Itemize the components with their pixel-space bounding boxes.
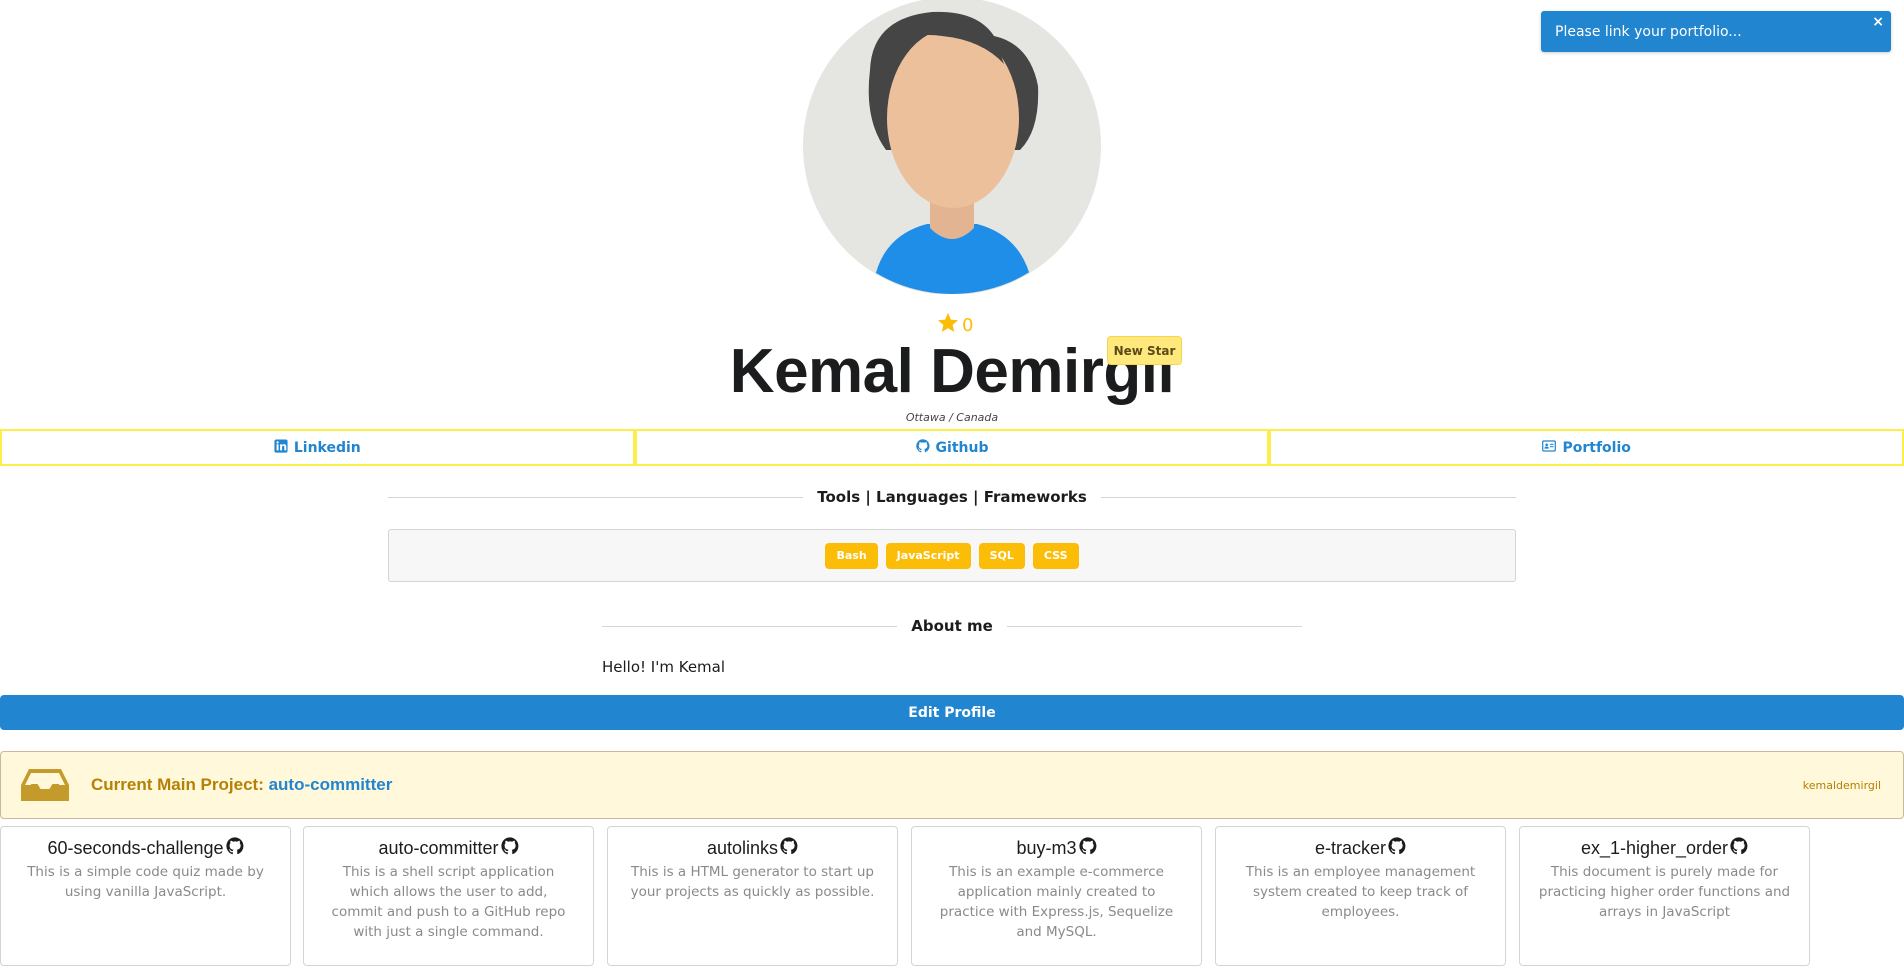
portfolio-notification: Please link your portfolio... × — [1541, 11, 1891, 52]
divider-line — [1100, 496, 1517, 498]
github-icon[interactable] — [1078, 837, 1097, 860]
star-count-value: 0 — [962, 314, 974, 336]
github-icon[interactable] — [1388, 837, 1406, 860]
project-card[interactable]: ex_1-higher_order This document is purel… — [1519, 826, 1810, 966]
project-name: 60-seconds-challenge — [47, 838, 224, 858]
edit-profile-button[interactable]: Edit Profile — [0, 695, 1904, 730]
project-card[interactable]: buy-m3 This is an example e-commerce app… — [911, 826, 1202, 966]
tool-tag: JavaScript — [885, 542, 971, 569]
profile-location: Ottawa / Canada — [905, 411, 999, 424]
main-project-username: kemaldemirgil — [1802, 778, 1881, 792]
github-icon[interactable] — [1730, 837, 1748, 860]
project-description: This is an example e-commerce applicatio… — [939, 864, 1174, 940]
project-card[interactable]: e-tracker This is an employee management… — [1215, 826, 1506, 966]
project-cards: 60-seconds-challenge This is a simple co… — [0, 826, 1904, 966]
project-description: This document is purely made for practic… — [1538, 864, 1791, 920]
project-description: This is a HTML generator to start up you… — [630, 864, 875, 900]
linkedin-button[interactable]: Linkedin — [0, 429, 635, 466]
project-description: This is an employee management system cr… — [1245, 864, 1476, 920]
main-project-message: Current Main Project: auto-committer kem… — [0, 751, 1904, 819]
project-title: autolinks — [608, 837, 897, 860]
tool-tag: SQL — [978, 542, 1025, 569]
project-title: 60-seconds-challenge — [1, 837, 290, 860]
tools-segment: Bash JavaScript SQL CSS — [388, 529, 1516, 582]
about-heading: About me — [911, 617, 993, 635]
project-name: buy-m3 — [1016, 838, 1077, 858]
project-title: e-tracker — [1216, 837, 1505, 860]
github-icon[interactable] — [225, 837, 244, 860]
github-label: Github — [935, 439, 989, 456]
linkedin-label: Linkedin — [293, 439, 361, 456]
project-title: auto-committer — [304, 837, 593, 860]
social-links: Linkedin Github Portfolio — [0, 429, 1904, 466]
portfolio-label: Portfolio — [1562, 439, 1631, 456]
about-text: Hello! I'm Kemal — [602, 658, 726, 676]
tool-tag: CSS — [1032, 542, 1079, 569]
notification-text: Please link your portfolio... — [1555, 23, 1742, 40]
project-title: buy-m3 — [912, 837, 1201, 860]
tool-tag: Bash — [825, 542, 878, 569]
profile-name: Kemal Demirgil — [729, 337, 1175, 406]
project-card[interactable]: autolinks This is a HTML generator to st… — [607, 826, 898, 966]
project-name: autolinks — [706, 838, 779, 858]
new-star-button[interactable]: New Star — [1107, 336, 1182, 365]
project-card[interactable]: 60-seconds-challenge This is a simple co… — [0, 826, 291, 966]
main-project-link[interactable]: auto-committer — [269, 775, 393, 794]
project-name: ex_1-higher_order — [1580, 838, 1729, 858]
main-project-prefix: Current Main Project: — [91, 775, 269, 794]
github-icon[interactable] — [500, 837, 519, 860]
project-description: This is a simple code quiz made by using… — [27, 864, 264, 900]
project-card[interactable]: auto-committer This is a shell script ap… — [303, 826, 594, 966]
about-divider: About me — [602, 615, 1302, 637]
tools-heading: Tools | Languages | Frameworks — [817, 488, 1087, 506]
project-name: auto-committer — [378, 838, 499, 858]
divider-line — [388, 496, 804, 498]
github-icon[interactable] — [780, 837, 798, 860]
star-count: 0 — [936, 312, 973, 338]
inbox-icon — [21, 767, 69, 803]
avatar — [802, 0, 1102, 295]
project-title: ex_1-higher_order — [1520, 837, 1809, 860]
github-icon — [915, 438, 930, 457]
project-description: This is a shell script application which… — [331, 864, 566, 940]
divider-line — [1006, 625, 1302, 627]
id-card-icon — [1542, 439, 1557, 457]
close-icon[interactable]: × — [1872, 14, 1884, 30]
divider-line — [602, 625, 898, 627]
linkedin-icon — [274, 438, 288, 457]
tools-divider: Tools | Languages | Frameworks — [388, 486, 1517, 508]
portfolio-button[interactable]: Portfolio — [1269, 429, 1904, 466]
main-project-label: Current Main Project: auto-committer — [91, 775, 392, 795]
project-name: e-tracker — [1314, 838, 1386, 858]
github-button[interactable]: Github — [634, 429, 1270, 466]
